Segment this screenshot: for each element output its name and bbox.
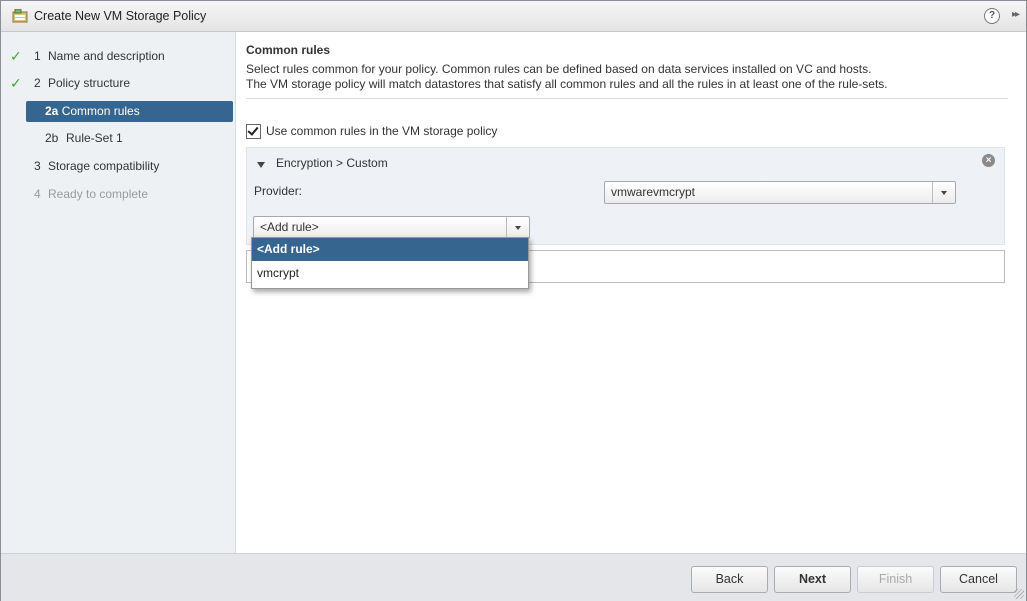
step-number: 3	[34, 159, 41, 173]
option-label: <Add rule>	[257, 242, 320, 256]
add-rule-select[interactable]: <Add rule>	[253, 216, 530, 239]
step-label: Common rules	[61, 104, 140, 118]
wizard-window: Create New VM Storage Policy ? ▸▸ ✓ 1 Na…	[0, 0, 1027, 601]
description-line-2: The VM storage policy will match datasto…	[246, 77, 888, 91]
check-icon: ✓	[10, 48, 22, 64]
help-icon[interactable]: ?	[984, 8, 1000, 24]
next-button[interactable]: Next	[774, 566, 851, 593]
title-bar: Create New VM Storage Policy ? ▸▸	[1, 1, 1026, 32]
step-number: 1	[34, 49, 41, 63]
expand-icon[interactable]: ▸▸	[1012, 9, 1020, 20]
finish-button: Finish	[857, 566, 934, 593]
dropdown-option-add-rule[interactable]: <Add rule>	[252, 238, 528, 261]
step-number: 2b	[45, 131, 59, 145]
provider-value: vmwarevmcrypt	[611, 185, 696, 199]
remove-rule-icon[interactable]: ×	[982, 154, 995, 167]
step-label: Rule-Set 1	[66, 131, 123, 145]
step-label: Storage compatibility	[48, 159, 160, 173]
rule-group-encryption: Encryption > Custom × Provider: vmwarevm…	[246, 147, 1005, 245]
rule-group-title[interactable]: Encryption > Custom	[276, 156, 388, 170]
step-label: Policy structure	[48, 76, 131, 90]
wizard-footer: Back Next Finish Cancel	[1, 553, 1026, 601]
window-title: Create New VM Storage Policy	[34, 9, 207, 23]
cancel-button[interactable]: Cancel	[940, 566, 1017, 593]
description-line-1: Select rules common for your policy. Com…	[246, 62, 872, 76]
step-label: Name and description	[48, 49, 165, 63]
use-common-rules-checkbox[interactable]	[246, 124, 261, 139]
check-icon: ✓	[10, 75, 22, 91]
dropdown-option-vmcrypt[interactable]: vmcrypt	[252, 262, 528, 285]
step-number: 2a	[45, 104, 59, 118]
resize-grip-icon[interactable]	[1014, 589, 1024, 599]
divider	[246, 98, 1008, 99]
step-number: 2	[34, 76, 41, 90]
back-button[interactable]: Back	[691, 566, 768, 593]
add-rule-dropdown-list: <Add rule> vmcrypt	[251, 237, 529, 289]
chevron-down-icon[interactable]	[506, 217, 529, 238]
add-rule-value: <Add rule>	[260, 220, 319, 234]
step-label: Ready to complete	[48, 187, 149, 201]
step-common-rules[interactable]: 2a Common rules	[26, 101, 233, 122]
collapse-caret-icon[interactable]	[257, 162, 265, 168]
option-label: vmcrypt	[257, 266, 299, 280]
step-number: 4	[34, 187, 41, 201]
page-title: Common rules	[246, 43, 331, 57]
provider-select[interactable]: vmwarevmcrypt	[604, 181, 956, 204]
wizard-steps-sidebar: ✓ 1 Name and description ✓ 2 Policy stru…	[1, 32, 236, 553]
use-common-rules-label[interactable]: Use common rules in the VM storage polic…	[266, 124, 497, 138]
storage-policy-icon	[12, 9, 28, 23]
provider-label: Provider:	[254, 184, 303, 198]
chevron-down-icon[interactable]	[932, 182, 955, 203]
